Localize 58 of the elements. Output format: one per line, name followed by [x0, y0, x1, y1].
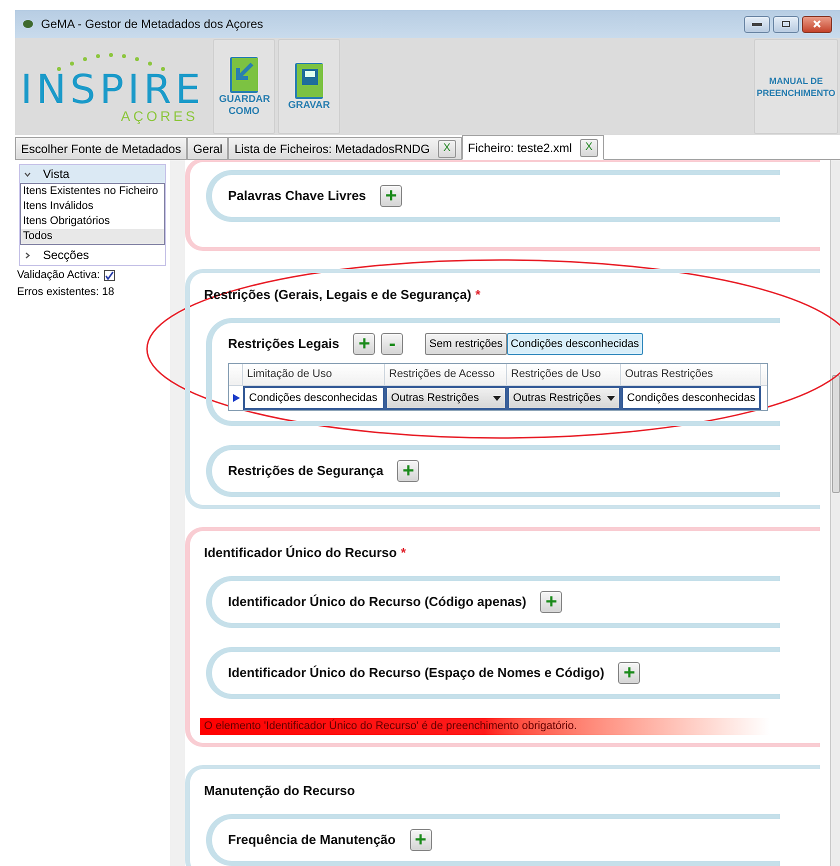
option-button[interactable]: Condições desconhecidas: [506, 333, 644, 355]
add-button[interactable]: +: [410, 829, 432, 851]
view-option[interactable]: Itens Obrigatórios: [21, 214, 164, 229]
tab-label: Ficheiro: teste2.xml: [468, 140, 572, 156]
chevron-down-icon: [24, 170, 31, 178]
subsection-title: Restrições de Segurança: [228, 462, 384, 480]
add-button[interactable]: +: [618, 662, 640, 684]
required-mark: *: [400, 545, 406, 560]
tab[interactable]: Escolher Fonte de Metadados: [15, 137, 188, 160]
subsection-title: Frequência de Manutenção: [228, 831, 396, 850]
minimize-button[interactable]: [744, 16, 770, 32]
required-mark: *: [475, 287, 480, 302]
close-tab-button[interactable]: X: [438, 140, 456, 158]
window-title: GeMA - Gestor de Metadados dos Açores: [41, 16, 264, 33]
close-button[interactable]: [802, 16, 832, 32]
section-title: Manutenção do Recurso: [204, 783, 355, 798]
table-cell[interactable]: Condições desconhecidas: [243, 386, 385, 410]
validation-label: Validação Activa:: [17, 268, 100, 283]
option-button[interactable]: Sem restrições: [425, 333, 507, 355]
tab-label: Lista de Ficheiros: MetadadosRNDG: [234, 140, 430, 158]
tab[interactable]: Lista de Ficheiros: MetadadosRNDG X: [228, 137, 462, 160]
column-header: Limitação de Uso: [243, 364, 385, 385]
column-header: Restrições de Uso: [507, 364, 621, 385]
tab[interactable]: Geral: [187, 137, 228, 160]
sections-header[interactable]: Secções: [20, 245, 165, 265]
column-header: Restrições de Acesso: [385, 364, 507, 385]
column-header: Outras Restrições: [621, 364, 761, 385]
tab[interactable]: Ficheiro: teste2.xml X: [462, 135, 604, 160]
subsection-title: Palavras Chave Livres: [228, 187, 366, 206]
add-button[interactable]: +: [397, 460, 420, 482]
tab-label: Escolher Fonte de Metadados: [21, 140, 182, 158]
view-option[interactable]: Todos: [21, 229, 164, 244]
section-title: Identificador Único do Recurso: [204, 545, 397, 560]
inspire-logo: INSPIRE AÇORES: [15, 39, 210, 134]
maximize-button[interactable]: [773, 16, 799, 32]
subsection-title: Identificador Único do Recurso (Espaço de Nomes e Código): [228, 664, 604, 682]
view-option[interactable]: Itens Inválidos: [21, 199, 164, 214]
table-cell[interactable]: Condições desconhecidas: [621, 386, 761, 410]
caret-icon: [607, 396, 615, 400]
notebook-floppy-icon: [293, 62, 325, 100]
chevron-right-icon: [24, 252, 31, 258]
add-button[interactable]: +: [380, 185, 402, 207]
close-tab-button[interactable]: X: [580, 138, 598, 156]
add-button[interactable]: +: [353, 333, 376, 355]
dropdown-cell[interactable]: Outras Restrições: [385, 386, 507, 410]
scrollbar[interactable]: [830, 160, 840, 866]
close-icon: [813, 20, 821, 28]
subsection-title: Identificador Único do Recurso (Código apenas): [228, 593, 526, 612]
tab-label: Geral: [193, 140, 222, 158]
add-button[interactable]: +: [540, 591, 562, 613]
view-option[interactable]: Itens Existentes no Ficheiro: [21, 184, 164, 199]
app-icon: [23, 19, 33, 29]
subsection-title: Restrições Legais: [228, 335, 340, 354]
vista-header[interactable]: Vista: [20, 165, 165, 183]
dropdown-cell[interactable]: Outras Restrições: [507, 386, 621, 410]
validation-checkbox[interactable]: [104, 270, 115, 281]
caret-icon: [493, 396, 501, 400]
error-count: Erros existentes: 18: [16, 284, 116, 300]
